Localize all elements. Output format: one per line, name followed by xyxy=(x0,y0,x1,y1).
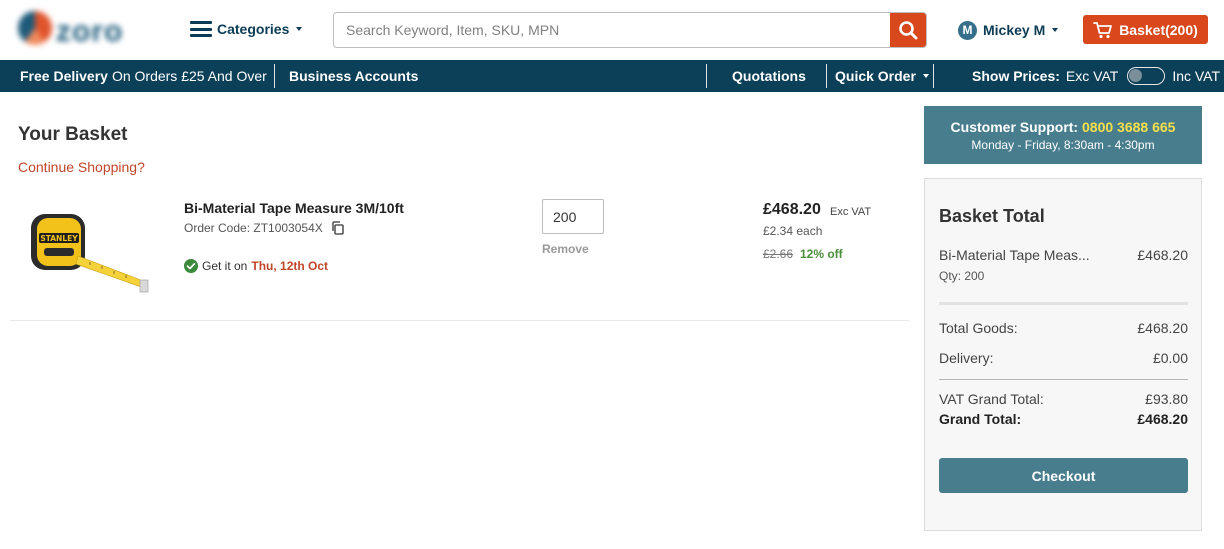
delivery-row: Delivery: £0.00 xyxy=(939,350,1188,366)
summary-divider xyxy=(939,302,1188,305)
site-logo[interactable]: zoro xyxy=(16,9,146,48)
free-delivery-text: On Orders £25 And Over xyxy=(111,68,267,84)
summary-item-price: £468.20 xyxy=(1137,247,1188,263)
business-accounts-label: Business Accounts xyxy=(289,68,419,84)
basket-total-panel: Basket Total Bi-Material Tape Meas... £4… xyxy=(924,178,1202,531)
copy-icon[interactable] xyxy=(331,221,344,235)
price-vat-label: Exc VAT xyxy=(830,206,872,218)
inc-vat-label: Inc VAT xyxy=(1172,68,1221,84)
grand-total-value: £468.20 xyxy=(1137,411,1188,427)
delivery-date: Thu, 12th Oct xyxy=(251,259,329,273)
hamburger-icon xyxy=(190,21,212,37)
continue-shopping-link[interactable]: Continue Shopping? xyxy=(18,159,145,175)
check-circle-icon xyxy=(184,259,198,273)
support-phone[interactable]: 0800 3688 665 xyxy=(1082,119,1175,135)
vat-toggle-switch[interactable] xyxy=(1127,67,1166,85)
price-display-toggle: Show Prices: Exc VAT Inc VAT xyxy=(972,60,1220,92)
search-bar xyxy=(333,12,927,48)
grand-total-row: Grand Total: £468.20 xyxy=(939,411,1188,427)
toggle-knob xyxy=(1129,69,1143,82)
total-goods-value: £468.20 xyxy=(1137,320,1188,336)
categories-menu[interactable]: Categories xyxy=(190,18,303,40)
delivery-prefix: Get it on xyxy=(202,259,248,273)
search-button[interactable] xyxy=(890,13,926,47)
search-input[interactable] xyxy=(334,13,892,47)
vat-total-row: VAT Grand Total: £93.80 xyxy=(939,391,1188,407)
product-order-code: Order Code: ZT1003054X xyxy=(184,221,344,235)
summary-item-qty: Qty: 200 xyxy=(939,269,985,283)
totals-divider xyxy=(939,379,1188,380)
nav-divider xyxy=(933,64,934,88)
total-goods-label: Total Goods: xyxy=(939,320,1018,336)
page-title: Your Basket xyxy=(18,124,128,145)
checkout-button[interactable]: Checkout xyxy=(939,458,1188,493)
total-goods-row: Total Goods: £468.20 xyxy=(939,320,1188,336)
caret-down-icon xyxy=(1052,28,1059,32)
account-menu[interactable]: M Mickey M xyxy=(958,19,1059,41)
avatar: M xyxy=(958,20,977,40)
remove-item-link[interactable]: Remove xyxy=(542,242,589,256)
nav-divider xyxy=(826,64,827,88)
nav-divider xyxy=(706,64,707,88)
basket-total-title: Basket Total xyxy=(939,206,1045,226)
search-icon xyxy=(899,21,918,40)
exc-vat-label: Exc VAT xyxy=(1065,68,1119,84)
delivery-label: Delivery: xyxy=(939,350,994,366)
nav-bar: Free Delivery On Orders £25 And Over Bus… xyxy=(0,60,1224,92)
nav-quotations[interactable]: Quotations xyxy=(732,60,806,92)
site-header: zoro Categories M Mickey M Basket(200) xyxy=(0,0,1224,60)
vat-total-label: VAT Grand Total: xyxy=(939,391,1044,407)
nav-quick-order[interactable]: Quick Order xyxy=(835,60,929,92)
product-image[interactable]: STANLEY xyxy=(28,206,152,302)
nav-business-accounts[interactable]: Business Accounts xyxy=(289,60,418,92)
delivery-estimate: Get it on Thu, 12th Oct xyxy=(184,259,328,273)
basket-label: Basket(200) xyxy=(1119,21,1198,38)
customer-support-box: Customer Support: 0800 3688 665 Monday -… xyxy=(924,106,1202,164)
nav-divider xyxy=(274,64,275,88)
support-hours: Monday - Friday, 8:30am - 4:30pm xyxy=(971,138,1155,152)
support-label: Customer Support: xyxy=(950,119,1079,135)
delivery-value: £0.00 xyxy=(1152,350,1188,366)
caret-down-icon xyxy=(922,74,929,78)
discount-badge: 12% off xyxy=(800,247,843,261)
item-divider xyxy=(10,320,909,321)
basket-button[interactable]: Basket(200) xyxy=(1083,15,1208,44)
line-total-price: £468.20 xyxy=(763,201,821,218)
quotations-label: Quotations xyxy=(732,68,806,84)
order-code-text: Order Code: ZT1003054X xyxy=(184,221,323,235)
summary-item-name: Bi-Material Tape Meas... xyxy=(939,247,1090,263)
free-delivery-banner[interactable]: Free Delivery On Orders £25 And Over xyxy=(20,60,267,92)
grand-total-label: Grand Total: xyxy=(939,411,1022,427)
logo-mark xyxy=(18,11,52,45)
categories-label: Categories xyxy=(217,21,290,37)
quick-order-label: Quick Order xyxy=(835,68,916,84)
caret-down-icon xyxy=(296,27,303,31)
free-delivery-bold: Free Delivery xyxy=(20,68,108,84)
cart-icon xyxy=(1093,21,1113,38)
product-brand-text: STANLEY xyxy=(40,234,78,243)
product-name[interactable]: Bi-Material Tape Measure 3M/10ft xyxy=(184,200,404,216)
vat-total-value: £93.80 xyxy=(1145,391,1188,407)
summary-item-row: Bi-Material Tape Meas... £468.20 xyxy=(939,247,1188,263)
logo-text: zoro xyxy=(56,15,124,48)
quantity-input[interactable] xyxy=(542,199,604,234)
show-prices-label: Show Prices: xyxy=(972,68,1060,84)
unit-price: £2.34 each xyxy=(763,224,823,238)
support-line: Customer Support: 0800 3688 665 xyxy=(924,119,1202,135)
user-name: Mickey M xyxy=(983,22,1046,38)
was-price: £2.66 xyxy=(763,247,794,261)
